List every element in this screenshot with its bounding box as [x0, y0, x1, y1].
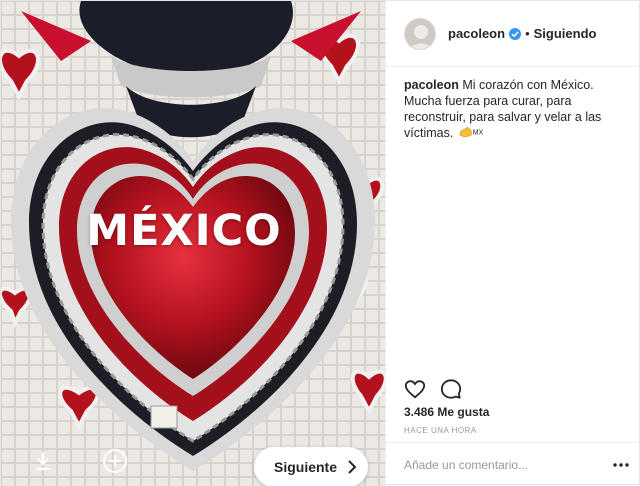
add-circle-icon[interactable]: [101, 447, 129, 475]
post-actions: [404, 378, 462, 400]
comment-bar: [386, 442, 640, 486]
verified-badge-icon: [509, 27, 522, 40]
header-separator: •: [525, 26, 530, 41]
header-username[interactable]: pacoleon: [448, 26, 505, 41]
more-options-icon[interactable]: [613, 457, 629, 473]
caption-username[interactable]: pacoleon: [404, 78, 459, 92]
heart-icon[interactable]: [404, 378, 426, 400]
comment-icon[interactable]: [440, 378, 462, 400]
post-side-panel: pacoleon • Siguiendo pacoleon Mi corazón…: [385, 1, 640, 486]
next-button[interactable]: Siguiente: [254, 447, 368, 486]
following-button[interactable]: Siguiendo: [534, 26, 597, 41]
flexed-biceps-icon: [459, 126, 473, 142]
next-button-label: Siguiente: [274, 459, 338, 475]
instagram-post: MÉXICO Siguiente pacoleon • Siguiendo pa…: [0, 0, 640, 486]
post-header: pacoleon • Siguiendo: [386, 1, 640, 67]
comment-input[interactable]: [404, 457, 604, 472]
chevron-right-icon: [348, 460, 357, 474]
likes-count[interactable]: 3.486 Me gusta: [404, 405, 489, 419]
download-icon[interactable]: [29, 447, 57, 475]
post-timestamp: HACE UNA HORA: [404, 426, 477, 435]
mx-flag-label: MX: [472, 129, 484, 137]
avatar[interactable]: [404, 17, 436, 50]
post-caption: pacoleon Mi corazón con México. Mucha fu…: [404, 77, 630, 142]
post-photo[interactable]: MÉXICO Siguiente: [1, 1, 385, 486]
photo-overlay-text: MÉXICO: [86, 206, 282, 256]
